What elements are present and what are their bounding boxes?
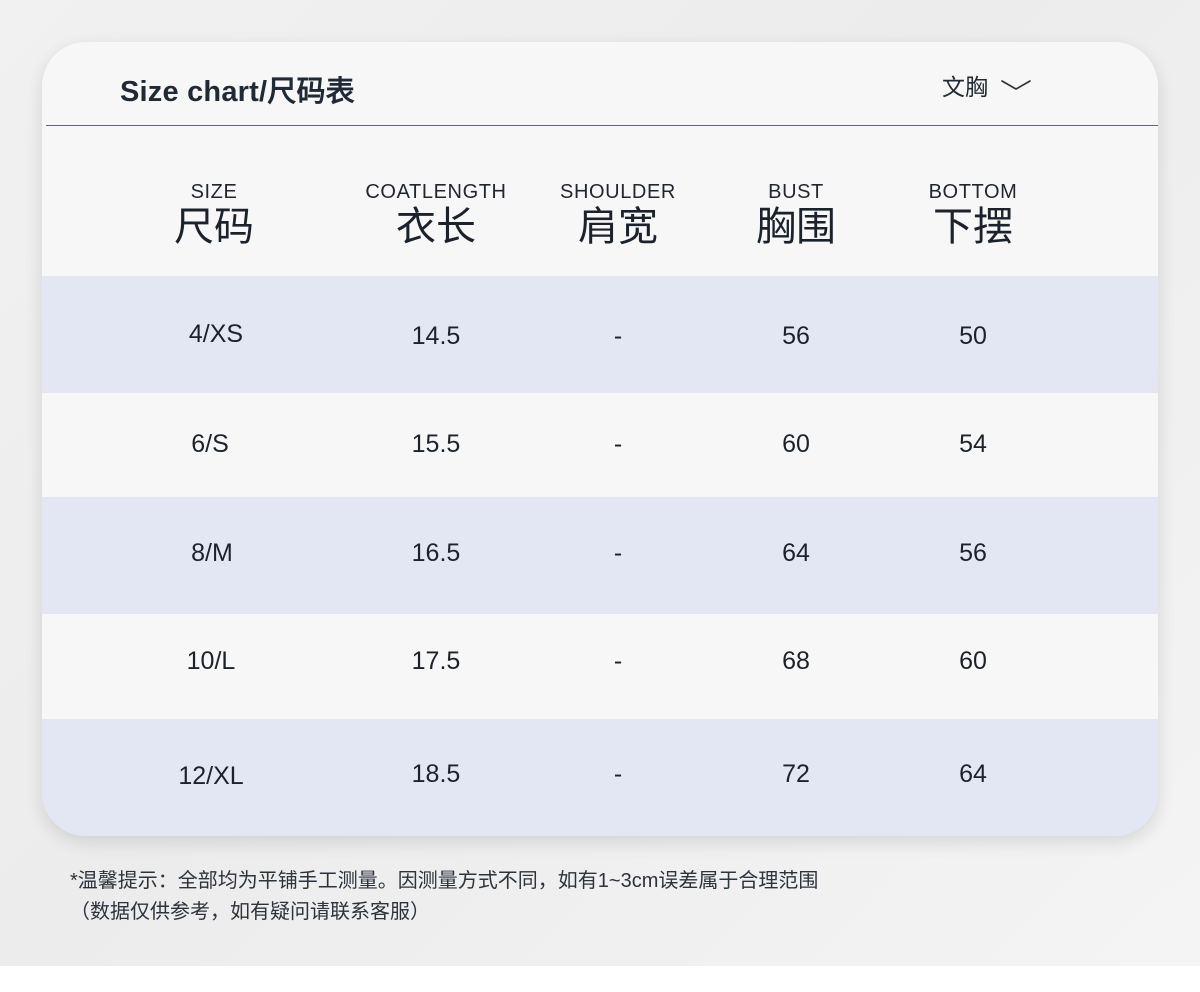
category-dropdown-label: 文胸	[942, 74, 988, 100]
cell-size: 6/S	[191, 430, 229, 458]
cell-coat-length: 18.5	[411, 760, 461, 788]
table-header: SIZE 尺码 COATLENGTH 衣长 SHOULDER 肩宽 BUST 胸…	[42, 126, 1158, 276]
column-header-en: SHOULDER	[560, 181, 676, 203]
cell-shoulder: -	[613, 322, 623, 350]
column-header-en: BUST	[768, 181, 824, 203]
column-header-en: BOTTOM	[928, 181, 1018, 203]
column-header-zh: 肩宽	[578, 205, 658, 249]
card-header: Size chart/尺码表 文胸	[42, 42, 1158, 125]
column-header-shoulder: SHOULDER 肩宽	[528, 180, 708, 250]
table-row: 6/S 15.5 - 60 54	[42, 393, 1158, 497]
cell-bottom: 56	[959, 539, 987, 567]
column-header-size: SIZE 尺码	[124, 180, 304, 250]
page-title: Size chart/尺码表	[120, 76, 355, 108]
column-header-en: COATLENGTH	[365, 181, 507, 203]
cell-size: 8/M	[191, 539, 233, 567]
column-header-bottom: BOTTOM 下摆	[883, 180, 1063, 250]
cell-coat-length: 15.5	[411, 430, 461, 458]
cell-size: 12/XL	[178, 762, 244, 790]
cell-bust: 56	[782, 322, 810, 350]
measurement-note: *温馨提示：全部均为平铺手工测量。因测量方式不同，如有1~3cm误差属于合理范围…	[70, 866, 818, 928]
column-header-zh: 胸围	[756, 205, 836, 249]
cell-size: 10/L	[186, 647, 236, 675]
cell-coat-length: 16.5	[411, 539, 461, 567]
page-bottom-strip	[0, 966, 1200, 992]
column-header-coat-length: COATLENGTH 衣长	[346, 180, 526, 250]
chevron-down-icon	[1000, 78, 1032, 92]
cell-bust: 68	[782, 647, 810, 675]
cell-shoulder: -	[613, 539, 623, 567]
cell-bottom: 60	[959, 647, 987, 675]
table-row: 4/XS 14.5 - 56 50	[42, 276, 1158, 393]
category-dropdown[interactable]: 文胸	[942, 68, 1032, 102]
table-row: 12/XL 18.5 - 72 64	[42, 719, 1158, 836]
table-row: 8/M 16.5 - 64 56	[42, 497, 1158, 614]
cell-bottom: 54	[959, 430, 987, 458]
column-header-zh: 衣长	[396, 205, 476, 249]
cell-bust: 60	[782, 430, 810, 458]
cell-shoulder: -	[613, 647, 623, 675]
column-header-zh: 下摆	[933, 205, 1013, 249]
table-row: 10/L 17.5 - 68 60	[42, 614, 1158, 719]
measurement-note-line2: （数据仅供参考，如有疑问请联系客服）	[70, 901, 430, 923]
column-header-en: SIZE	[190, 181, 238, 203]
cell-coat-length: 17.5	[411, 647, 461, 675]
cell-bottom: 50	[959, 322, 987, 350]
measurement-note-line1: *温馨提示：全部均为平铺手工测量。因测量方式不同，如有1~3cm误差属于合理范围	[70, 870, 819, 892]
cell-bust: 64	[782, 539, 810, 567]
column-header-zh: 尺码	[174, 205, 254, 249]
cell-bottom: 64	[959, 760, 987, 788]
cell-shoulder: -	[613, 430, 623, 458]
size-chart-card: Size chart/尺码表 文胸 SIZE 尺码 COATLENGTH 衣长 …	[42, 42, 1158, 836]
column-header-bust: BUST 胸围	[706, 180, 886, 250]
cell-bust: 72	[782, 760, 810, 788]
cell-coat-length: 14.5	[411, 322, 461, 350]
cell-shoulder: -	[613, 760, 623, 788]
cell-size: 4/XS	[188, 320, 244, 348]
